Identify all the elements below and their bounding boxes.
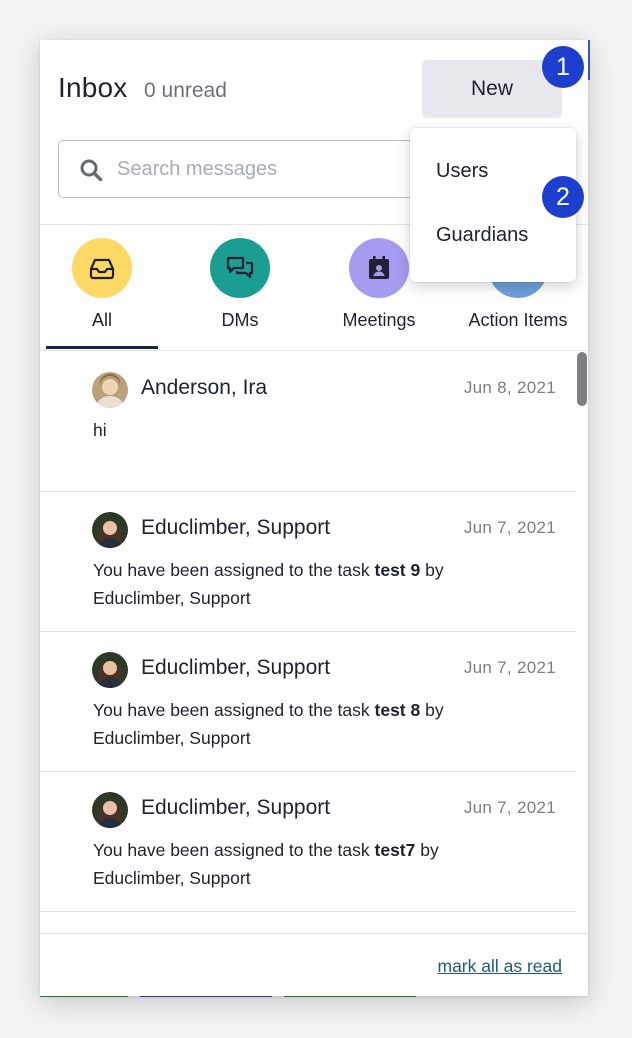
tab-all-label: All xyxy=(91,310,112,330)
message-date: Jun 7, 2021 xyxy=(463,798,556,817)
chat-bubbles-icon xyxy=(210,238,270,298)
message-sender: Educlimber, Support xyxy=(141,796,331,819)
inbox-footer: mark all as read xyxy=(40,933,588,996)
search-box[interactable] xyxy=(58,140,458,198)
step-badge-2: 2 xyxy=(542,176,584,218)
message-date: Jun 7, 2021 xyxy=(463,658,556,677)
message-item[interactable]: Anderson, Ira Jun 8, 2021 hi xyxy=(40,352,576,492)
mark-all-read-link[interactable]: mark all as read xyxy=(438,956,563,977)
message-date: Jun 7, 2021 xyxy=(463,518,556,537)
tab-all[interactable]: All xyxy=(40,226,172,352)
message-preview: You have been assigned to the task test7… xyxy=(93,840,439,888)
step-badge-1: 1 xyxy=(542,46,584,88)
new-message-button[interactable]: New xyxy=(422,60,562,118)
message-list: Anderson, Ira Jun 8, 2021 hi Educlimber,… xyxy=(40,352,576,934)
message-sender: Educlimber, Support xyxy=(141,516,331,539)
page-title: Inbox xyxy=(58,72,128,103)
avatar xyxy=(92,792,128,828)
message-sender: Educlimber, Support xyxy=(141,656,331,679)
message-sender: Anderson, Ira xyxy=(141,376,268,399)
calendar-person-icon xyxy=(349,238,409,298)
message-item[interactable]: Educlimber, Support Jun 7, 2021 You have… xyxy=(40,632,576,772)
message-date: Jun 8, 2021 xyxy=(463,378,556,397)
inbox-header: Inbox 0 unread New xyxy=(40,40,588,140)
search-icon xyxy=(79,158,103,182)
message-item[interactable]: Educlimber, Support Jun 7, 2021 You have… xyxy=(40,772,576,912)
dropdown-item-guardians[interactable]: Guardians xyxy=(436,224,528,247)
tabs-divider xyxy=(40,350,588,351)
tab-action-items-label: Action Items xyxy=(468,310,568,330)
search-input[interactable] xyxy=(117,149,447,189)
tab-dms-label: DMs xyxy=(221,310,259,330)
tab-meetings-label: Meetings xyxy=(342,310,416,330)
background-window-edge xyxy=(588,40,590,80)
message-preview: You have been assigned to the task test … xyxy=(93,700,444,748)
scrollbar-thumb[interactable] xyxy=(577,352,587,406)
active-tab-indicator xyxy=(46,346,158,349)
message-preview: hi xyxy=(93,420,107,440)
unread-count: 0 unread xyxy=(144,79,227,102)
message-item[interactable]: Educlimber, Support Jun 7, 2021 You have… xyxy=(40,492,576,632)
avatar xyxy=(92,512,128,548)
dropdown-item-users[interactable]: Users xyxy=(436,160,488,183)
tab-dms[interactable]: DMs xyxy=(170,226,310,352)
scrollbar-track[interactable] xyxy=(576,352,588,934)
avatar xyxy=(92,652,128,688)
inbox-tray-icon xyxy=(72,238,132,298)
avatar xyxy=(92,372,128,408)
message-preview: You have been assigned to the task test … xyxy=(93,560,444,608)
